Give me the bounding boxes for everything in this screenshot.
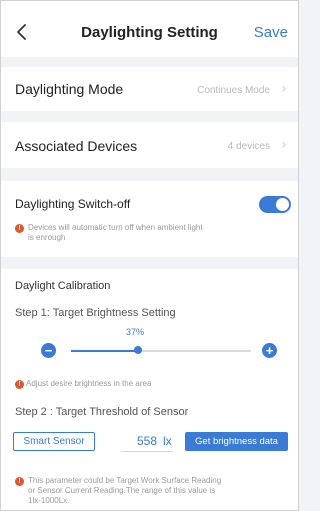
warning-icon: ! [15,380,24,389]
increase-button[interactable]: + [262,343,277,358]
screen: Daylighting Setting Save Daylighting Mod… [0,0,299,511]
decrease-button[interactable]: − [41,343,56,358]
step2-title: Step 2 : Target Threshold of Sensor [15,406,189,418]
warning-icon: ! [15,224,24,233]
brightness-slider-fill [71,350,138,352]
get-brightness-button[interactable]: Get brightness data [185,432,288,451]
switch-off-note-line2: is enrough [28,233,66,242]
save-button[interactable]: Save [254,24,288,41]
smart-sensor-button[interactable]: Smart Sensor [13,432,95,451]
lux-input-underline [121,451,173,452]
switch-off-label: Daylighting Switch-off [15,197,131,211]
chevron-right-icon: › [282,137,286,151]
associated-devices-label: Associated Devices [15,138,138,154]
lux-unit: lx [163,434,172,448]
chevron-right-icon: › [282,81,286,95]
step2-note-line1: This parameter could be Target Work Surf… [28,476,222,485]
brightness-slider-track[interactable] [71,350,251,352]
switch-off-card: Daylighting Switch-off [1,181,298,257]
daylighting-mode-row[interactable]: Daylighting Mode Continues Mode › [1,67,298,111]
warning-icon: ! [15,477,24,486]
step2-note-line3: 1lx-1000Lx. [28,496,70,505]
daylighting-mode-label: Daylighting Mode [15,81,124,97]
lux-input[interactable]: 558 [121,434,157,448]
step1-note: Adjust desire brightness in the area [26,379,152,388]
associated-devices-value: 4 devices [227,141,270,152]
step2-note-line2: or Sensor Current Reading.The range of t… [28,486,216,495]
associated-devices-row[interactable]: Associated Devices 4 devices › [1,122,298,168]
brightness-slider-thumb[interactable] [134,346,142,354]
toggle-knob [276,198,289,211]
daylighting-mode-value: Continues Mode [197,85,270,96]
calibration-title: Daylight Calibration [15,280,111,292]
switch-off-note-line1: Devices will automatic turn off when amb… [28,223,203,232]
top-bar: Daylighting Setting Save [1,1,298,57]
brightness-percent: 37% [126,327,145,337]
calibration-card: Daylight Calibration Step 1: Target Brig… [1,269,298,510]
switch-off-toggle[interactable] [259,196,291,213]
step1-title: Step 1: Target Brightness Setting [15,307,176,319]
